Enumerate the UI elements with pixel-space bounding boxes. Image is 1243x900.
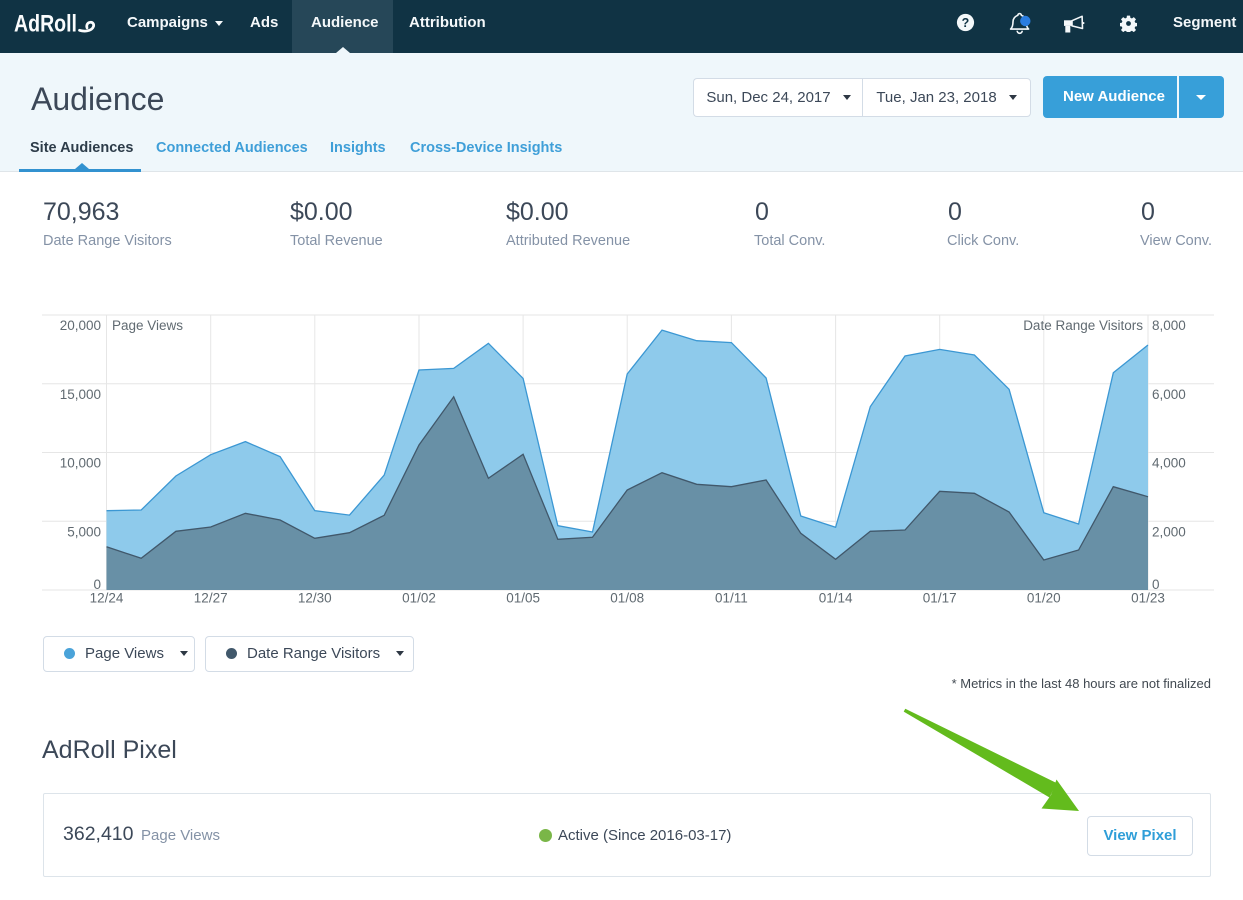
svg-text:15,000: 15,000	[60, 387, 101, 402]
svg-text:4,000: 4,000	[1152, 456, 1186, 471]
svg-text:01/05: 01/05	[506, 591, 540, 606]
svg-text:20,000: 20,000	[60, 318, 101, 333]
svg-text:5,000: 5,000	[67, 524, 101, 539]
svg-text:01/11: 01/11	[715, 591, 748, 606]
svg-text:01/08: 01/08	[610, 591, 644, 606]
svg-text:12/24: 12/24	[90, 591, 124, 606]
svg-text:10,000: 10,000	[60, 456, 101, 471]
svg-text:6,000: 6,000	[1152, 387, 1186, 402]
svg-text:AdRoll: AdRoll	[14, 10, 77, 37]
svg-text:12/27: 12/27	[194, 591, 228, 606]
svg-text:2,000: 2,000	[1152, 524, 1186, 539]
svg-text:Page Views: Page Views	[112, 318, 183, 333]
svg-text:8,000: 8,000	[1152, 318, 1186, 333]
svg-text:Date Range Visitors: Date Range Visitors	[1023, 318, 1143, 333]
svg-text:01/23: 01/23	[1131, 591, 1165, 606]
svg-text:01/20: 01/20	[1027, 591, 1061, 606]
svg-text:?: ?	[962, 16, 970, 30]
svg-text:01/14: 01/14	[819, 591, 853, 606]
svg-text:12/30: 12/30	[298, 591, 332, 606]
svg-text:01/02: 01/02	[402, 591, 436, 606]
svg-text:01/17: 01/17	[923, 591, 957, 606]
